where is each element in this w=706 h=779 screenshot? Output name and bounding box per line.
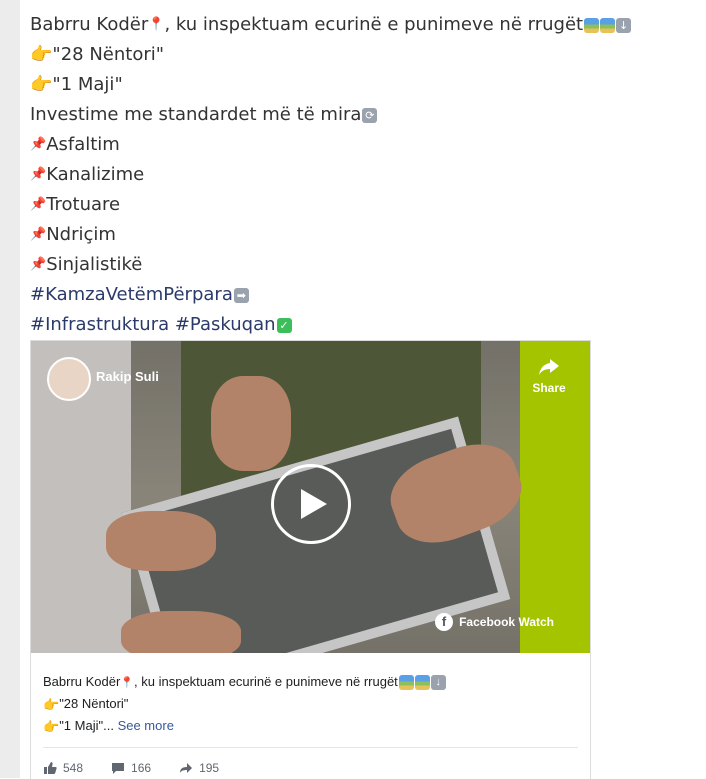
see-more-link[interactable]: See more	[118, 718, 174, 733]
card-desc-line: Babrru Kodër📍, ku inspektuam ecurinë e p…	[43, 671, 578, 693]
play-button[interactable]	[271, 464, 351, 544]
card-desc-text: "1 Maji"...	[59, 718, 114, 733]
engagement-stats: 548 166 195	[43, 761, 219, 775]
pushpin-icon: 📌	[30, 227, 47, 242]
street-name: "1 Maji"	[52, 74, 123, 95]
pushpin-icon: 📌	[30, 167, 47, 182]
pointing-hand-icon: 👉	[30, 74, 53, 95]
investment-text: Investime me standardet më të mira	[30, 104, 362, 125]
share-arrow-icon	[539, 359, 559, 375]
card-desc-line: 👉"1 Maji"... See more	[43, 715, 578, 737]
comment-icon	[112, 763, 125, 774]
street-name: "28 Nëntori"	[52, 44, 165, 65]
pin-icon: 📍	[120, 676, 135, 689]
post-line-investment: Investime me standardet më të mira ⟳	[30, 100, 706, 130]
share-icon	[180, 763, 193, 773]
divider	[43, 747, 578, 748]
likes-count: 548	[63, 761, 84, 775]
shares-stat[interactable]: 195	[179, 761, 219, 775]
road-scene-icon	[414, 675, 430, 691]
post-line-item: 📌Asfaltim	[30, 130, 706, 160]
card-desc-text: Babrru Kodër	[43, 674, 121, 689]
item-text: Sinjalistikë	[46, 254, 143, 275]
road-scene-icon	[600, 17, 616, 33]
card-desc-text: "28 Nëntori"	[59, 696, 129, 711]
down-arrow-icon: ↓	[616, 17, 632, 33]
post-line-street-2: 👉"1 Maji"	[30, 70, 706, 100]
post-line-item: 📌Trotuare	[30, 190, 706, 220]
post-line-title: Babrru Kodër📍, ku inspektuam ecurinë e p…	[30, 10, 706, 40]
avatar[interactable]	[47, 357, 91, 401]
card-description: Babrru Kodër📍, ku inspektuam ecurinë e p…	[43, 671, 578, 737]
post-line-item: 📌Sinjalistikë	[30, 250, 706, 280]
pushpin-icon: 📌	[30, 197, 47, 212]
item-text: Kanalizime	[46, 164, 145, 185]
pushpin-icon: 📌	[30, 137, 47, 152]
item-text: Asfaltim	[46, 134, 120, 155]
right-arrow-icon: ➡	[233, 287, 249, 303]
card-desc-line: 👉"28 Nëntori"	[43, 693, 578, 715]
hashtag-link[interactable]: #KamzaVetëmPërpara	[30, 284, 233, 305]
pushpin-icon: 📌	[30, 257, 47, 272]
item-text: Ndriçim	[46, 224, 116, 245]
item-text: Trotuare	[46, 194, 121, 215]
post-body: Babrru Kodër📍, ku inspektuam ecurinë e p…	[30, 0, 706, 340]
shares-count: 195	[199, 761, 220, 775]
hashtag-line[interactable]: #KamzaVetëmPërpara ➡	[30, 280, 706, 310]
hashtag-link[interactable]: #Infrastruktura #Paskuqan	[30, 314, 276, 335]
card-desc-text: , ku inspektuam ecurinë e punimeve në rr…	[134, 674, 398, 689]
play-icon	[301, 489, 327, 519]
facebook-watch-label: Facebook Watch	[459, 615, 554, 629]
down-arrow-icon: ↓	[430, 675, 446, 691]
comments-stat[interactable]: 166	[111, 761, 151, 775]
thumbs-up-icon	[44, 762, 57, 774]
post-title-rest: , ku inspektuam ecurinë e punimeve në rr…	[164, 14, 584, 35]
post-title-text: Babrru Kodër	[30, 14, 149, 35]
video-owner-name[interactable]: Rakip Suli	[96, 369, 159, 384]
share-label: Share	[532, 381, 566, 395]
facebook-watch-watermark[interactable]: f Facebook Watch	[435, 613, 554, 631]
share-button[interactable]: Share	[528, 357, 570, 395]
likes-stat[interactable]: 548	[43, 761, 83, 775]
refresh-icon: ⟳	[362, 107, 378, 123]
page-left-rail	[0, 0, 20, 778]
hashtag-line[interactable]: #Infrastruktura #Paskuqan ✓	[30, 310, 706, 340]
facebook-logo-icon: f	[435, 613, 454, 631]
video-player[interactable]: Rakip Suli Share f Facebook Watch	[31, 341, 590, 653]
pin-icon: 📍	[148, 17, 165, 32]
post-line-street-1: 👉"28 Nëntori"	[30, 40, 706, 70]
pointing-hand-icon: 👉	[43, 718, 60, 734]
comments-count: 166	[131, 761, 152, 775]
road-scene-icon	[584, 17, 600, 33]
pointing-hand-icon: 👉	[30, 44, 53, 65]
post-line-item: 📌Ndriçim	[30, 220, 706, 250]
post-line-item: 📌Kanalizime	[30, 160, 706, 190]
facebook-embed-card: Rakip Suli Share f Facebook Watch Babrru…	[30, 340, 591, 779]
check-mark-icon: ✓	[276, 317, 292, 333]
pointing-hand-icon: 👉	[43, 696, 60, 712]
road-scene-icon	[398, 675, 414, 691]
